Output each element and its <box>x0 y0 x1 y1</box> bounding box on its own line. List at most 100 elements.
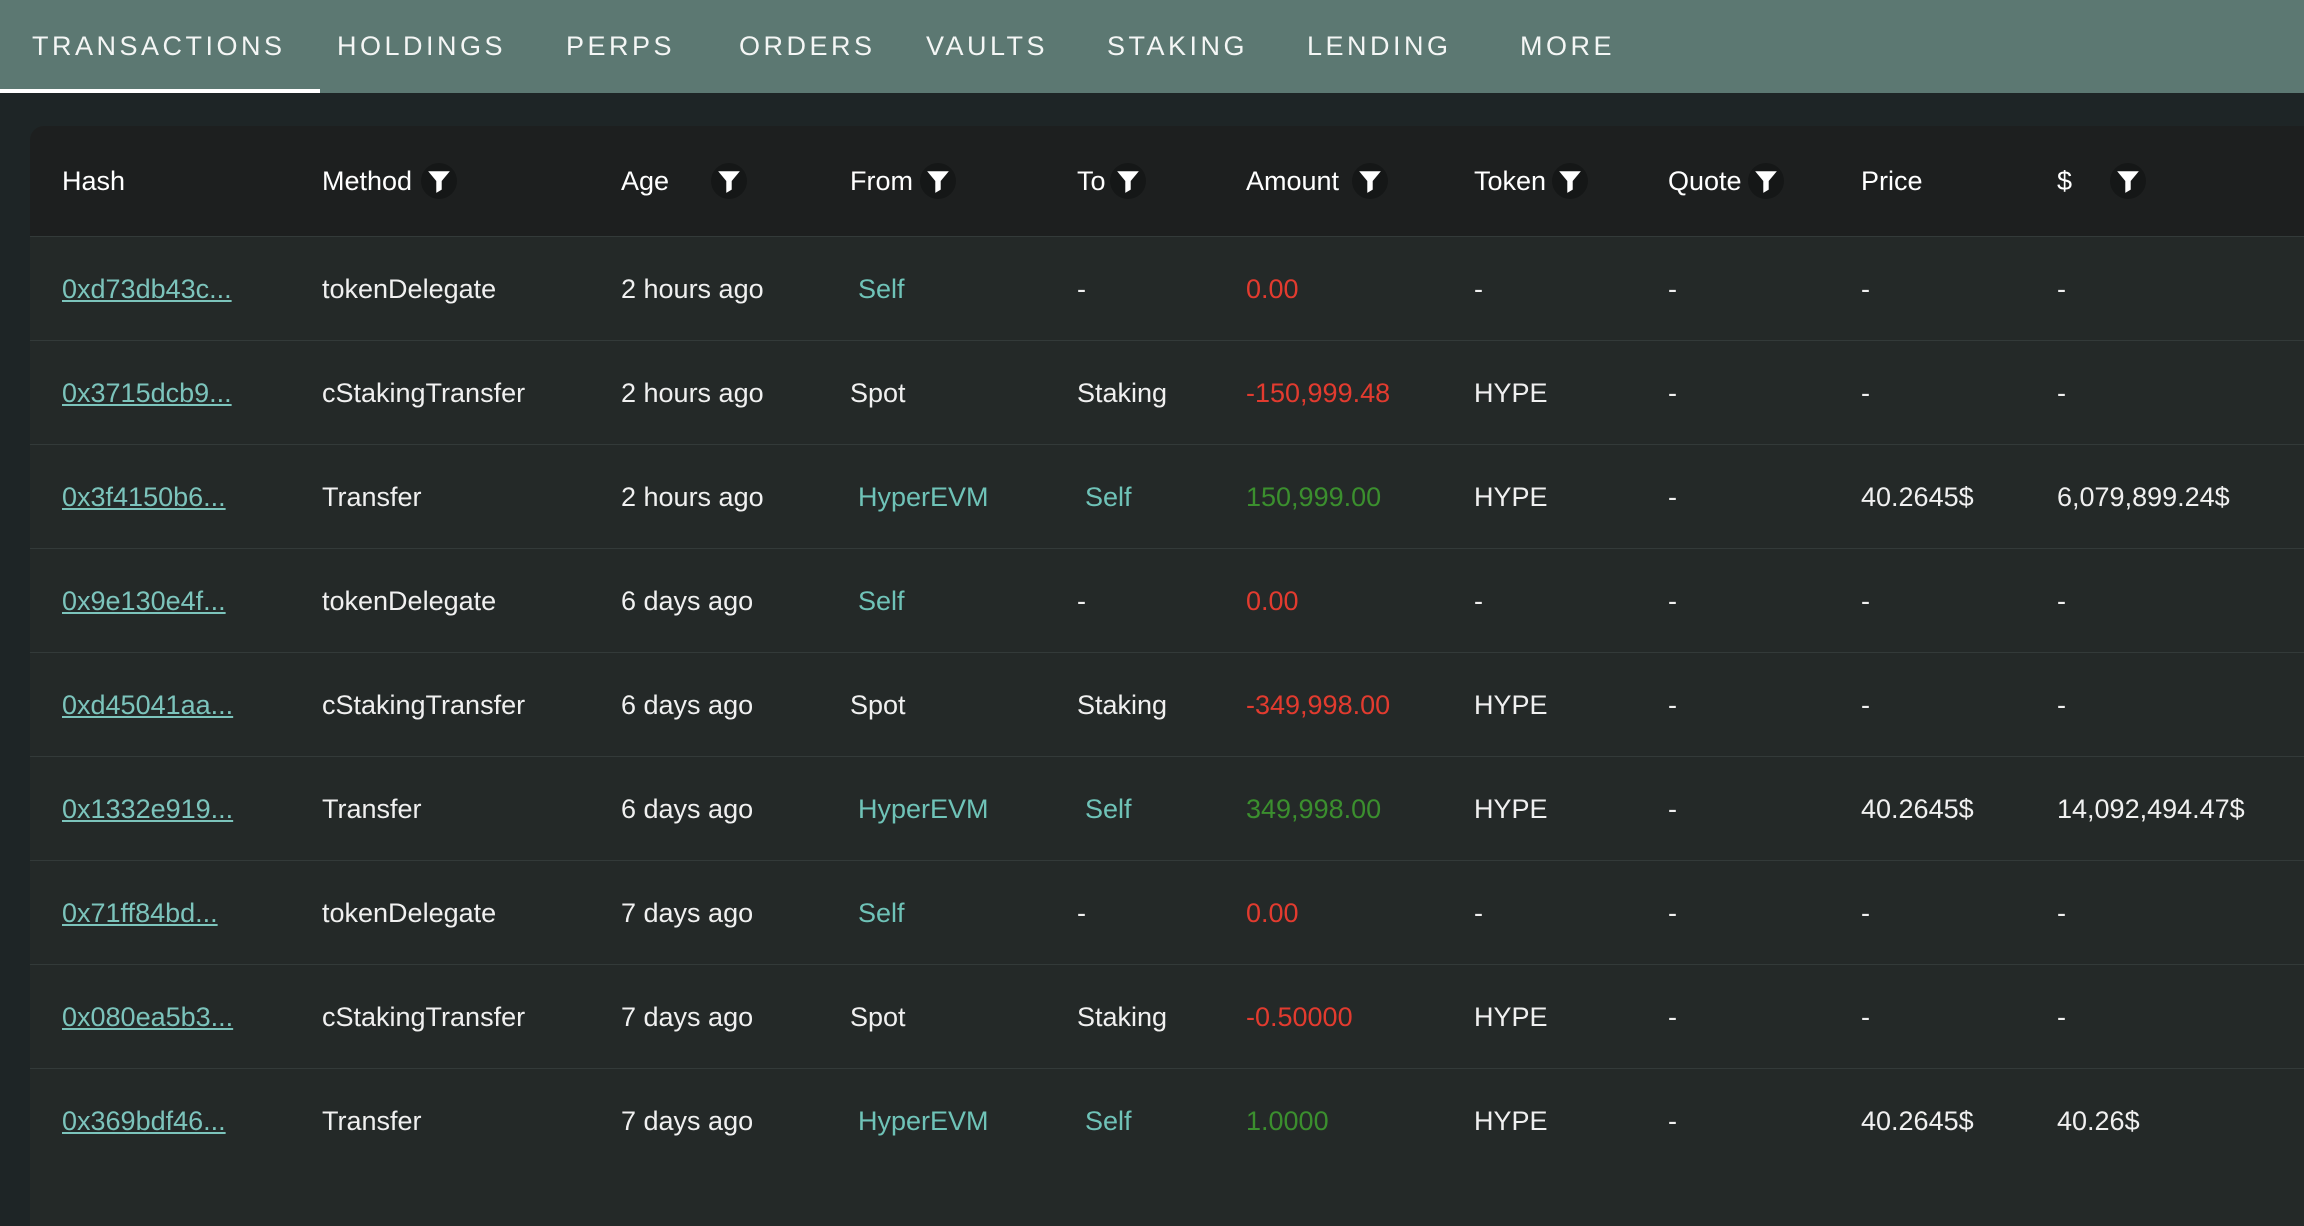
cell-amount: 349,998.00 <box>1246 794 1382 824</box>
cell-token: HYPE <box>1474 378 1548 408</box>
column-header-to: To <box>1077 166 1106 196</box>
table-row: 0x080ea5b3... cStakingTransfer 7 days ago S… <box>30 964 2304 1069</box>
cell-price: - <box>1861 274 1870 304</box>
cell-hash[interactable]: 0x1332e919... <box>62 757 233 861</box>
cell-from[interactable]: HyperEVM <box>858 445 989 549</box>
tab-bar: TRANSACTIONS HOLDINGS PERPS ORDERS VAULTS STA… <box>0 0 2304 93</box>
cell-hash[interactable]: 0x71ff84bd... <box>62 861 218 965</box>
cell-from: Spot <box>850 1002 906 1032</box>
funnel-glyph <box>1755 171 1777 193</box>
table-header: Hash Method Age From To Amount Token Quote Price… <box>30 126 2304 236</box>
filter-icon[interactable] <box>1552 163 1588 199</box>
cell-hash[interactable]: 0x3715dcb9... <box>62 341 232 445</box>
cell-method: cStakingTransfer <box>322 690 526 720</box>
cell-age: 2 hours ago <box>621 274 764 304</box>
funnel-glyph <box>1117 171 1139 193</box>
cell-from[interactable]: Self <box>858 549 905 653</box>
column-header-amount: Amount <box>1246 166 1340 196</box>
column-header-age: Age <box>621 166 670 196</box>
tab-lending[interactable]: LENDING <box>1307 0 1452 93</box>
cell-usd-value: 6,079,899.24$ <box>2057 482 2230 512</box>
cell-from[interactable]: HyperEVM <box>858 757 989 861</box>
cell-amount: 150,999.00 <box>1246 482 1382 512</box>
cell-amount: 1.0000 <box>1246 1106 1329 1136</box>
cell-usd-value: - <box>2057 690 2066 720</box>
tab-more[interactable]: MORE <box>1520 0 1615 93</box>
cell-method: tokenDelegate <box>322 898 497 928</box>
cell-to[interactable]: Self <box>1085 445 1132 549</box>
cell-price: - <box>1861 690 1870 720</box>
cell-age: 2 hours ago <box>621 378 764 408</box>
cell-age: 7 days ago <box>621 898 754 928</box>
cell-usd-value: - <box>2057 898 2066 928</box>
cell-hash[interactable]: 0x369bdf46... <box>62 1069 226 1173</box>
cell-price: - <box>1861 898 1870 928</box>
cell-to: Staking <box>1077 1002 1168 1032</box>
cell-to: Staking <box>1077 690 1168 720</box>
cell-from[interactable]: Self <box>858 861 905 965</box>
cell-from[interactable]: HyperEVM <box>858 1069 989 1173</box>
tab-holdings[interactable]: HOLDINGS <box>337 0 506 93</box>
cell-price: - <box>1861 586 1870 616</box>
column-header-quote: Quote <box>1668 166 1742 196</box>
column-header-usd-value: $ <box>2057 166 2073 196</box>
tab-vaults[interactable]: VAULTS <box>926 0 1048 93</box>
filter-icon[interactable] <box>920 163 956 199</box>
cell-age: 6 days ago <box>621 690 754 720</box>
filter-icon[interactable] <box>1110 163 1146 199</box>
funnel-glyph <box>718 171 740 193</box>
cell-price: 40.2645$ <box>1861 1106 1974 1136</box>
cell-usd-value: 14,092,494.47$ <box>2057 794 2245 824</box>
cell-price: - <box>1861 378 1870 408</box>
funnel-glyph <box>428 171 450 193</box>
tab-staking[interactable]: STAKING <box>1107 0 1248 93</box>
filter-icon[interactable] <box>421 163 457 199</box>
table-row: 0x3f4150b6... Transfer 2 hours ago HyperEVM… <box>30 444 2304 549</box>
cell-hash[interactable]: 0xd73db43c... <box>62 237 232 341</box>
cell-quote: - <box>1668 794 1677 824</box>
tab-perps[interactable]: PERPS <box>566 0 675 93</box>
cell-hash[interactable]: 0xd45041aa... <box>62 653 233 757</box>
cell-token: - <box>1474 274 1483 304</box>
cell-token: HYPE <box>1474 1002 1548 1032</box>
cell-method: cStakingTransfer <box>322 378 526 408</box>
cell-price: 40.2645$ <box>1861 794 1974 824</box>
cell-quote: - <box>1668 274 1677 304</box>
cell-from: Spot <box>850 690 906 720</box>
cell-to[interactable]: Self <box>1085 1069 1132 1173</box>
table-row: 0x9e130e4f... tokenDelegate 6 days ago Self… <box>30 548 2304 653</box>
cell-to: - <box>1077 898 1086 928</box>
tab-orders[interactable]: ORDERS <box>739 0 876 93</box>
cell-age: 7 days ago <box>621 1106 754 1136</box>
filter-icon[interactable] <box>711 163 747 199</box>
cell-amount: -150,999.48 <box>1246 378 1391 408</box>
cell-from: Spot <box>850 378 906 408</box>
cell-usd-value: - <box>2057 586 2066 616</box>
cell-usd-value: 40.26$ <box>2057 1106 2140 1136</box>
funnel-glyph <box>1359 171 1381 193</box>
cell-quote: - <box>1668 898 1677 928</box>
cell-from[interactable]: Self <box>858 237 905 341</box>
column-header-token: Token <box>1474 166 1547 196</box>
transactions-table: Hash Method Age From To Amount Token Quote Price… <box>30 126 2304 1226</box>
tab-transactions[interactable]: TRANSACTIONS <box>0 0 320 93</box>
cell-to[interactable]: Self <box>1085 757 1132 861</box>
cell-hash[interactable]: 0x080ea5b3... <box>62 965 233 1069</box>
table-row: 0x3715dcb9... cStakingTransfer 2 hours ago… <box>30 340 2304 445</box>
cell-hash[interactable]: 0x9e130e4f... <box>62 549 226 653</box>
cell-quote: - <box>1668 586 1677 616</box>
filter-icon[interactable] <box>1352 163 1388 199</box>
filter-icon[interactable] <box>2110 163 2146 199</box>
funnel-glyph <box>927 171 949 193</box>
cell-to: - <box>1077 274 1086 304</box>
cell-to: Staking <box>1077 378 1168 408</box>
cell-to: - <box>1077 586 1086 616</box>
cell-amount: 0.00 <box>1246 274 1299 304</box>
funnel-glyph <box>2117 171 2139 193</box>
filter-icon[interactable] <box>1748 163 1784 199</box>
cell-method: Transfer <box>322 1106 422 1136</box>
cell-hash[interactable]: 0x3f4150b6... <box>62 445 226 549</box>
cell-quote: - <box>1668 482 1677 512</box>
cell-quote: - <box>1668 1002 1677 1032</box>
cell-usd-value: - <box>2057 378 2066 408</box>
